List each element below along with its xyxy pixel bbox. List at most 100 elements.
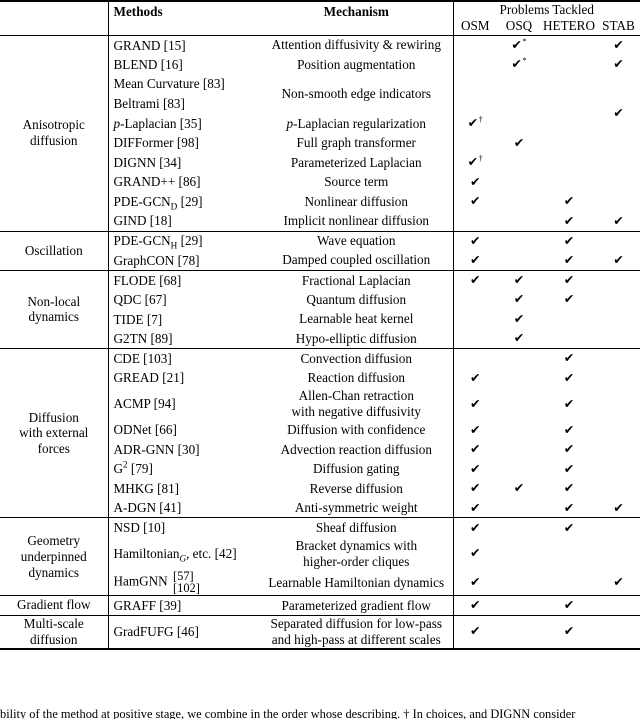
check-cell-hetero	[541, 309, 597, 329]
table-row: Gradient flow GRAFF [39] Parameterized gra…	[0, 595, 640, 616]
method-name: PDE-GCND [29]	[107, 191, 260, 212]
category-label: Non-local dynamics	[0, 269, 108, 349]
method-name: GRAND++ [86]	[107, 172, 260, 192]
check-cell-stab	[597, 440, 640, 460]
header-osm: OSM	[452, 18, 497, 36]
check-cell-hetero: ✔	[541, 517, 597, 538]
mechanism-description: Diffusion gating	[312, 461, 400, 477]
check-cell-osq	[497, 94, 541, 114]
check-cell-hetero: ✔	[541, 348, 597, 369]
check-cell-hetero: ✔	[563, 499, 575, 515]
check-cell-osq: ✔	[513, 134, 525, 150]
check-cell-osq	[497, 595, 541, 616]
mechanism-description: Position augmentation	[297, 56, 416, 72]
check-cell-osm	[452, 133, 497, 153]
check-cell-osq	[497, 114, 541, 134]
check-cell-osq: ✔*	[497, 34, 541, 55]
method-name: Beltrami [83]	[107, 93, 260, 114]
check-cell-osm: ✔†	[452, 113, 497, 134]
check-cell-stab	[597, 74, 640, 94]
check-cell-osq	[497, 348, 541, 369]
check-cell-hetero	[541, 55, 597, 75]
check-cell-hetero: ✔	[563, 421, 575, 437]
mechanism-description: Learnable Hamiltonian dynamics	[268, 574, 445, 590]
check-cell-stab	[597, 269, 640, 290]
header-group-row: Methods Mechanism Problems Tackled	[0, 1, 640, 36]
check-cell-osm: ✔	[452, 368, 497, 388]
check-cell-stab	[597, 192, 640, 212]
check-cell-stab: ✔	[613, 499, 624, 515]
method-name: ACMP [94]	[107, 387, 260, 420]
check-cell-stab	[597, 538, 640, 570]
check-cell-stab	[597, 420, 640, 440]
check-cell-osq: ✔	[497, 269, 541, 290]
table-container: Methods Mechanism Problems Tackled OSM O…	[0, 0, 640, 650]
check-cell-stab	[597, 595, 640, 616]
check-cell-osq	[497, 614, 541, 650]
check-cell-osq	[497, 368, 541, 388]
check-cell-hetero	[541, 74, 597, 94]
header-mechanism: Mechanism	[323, 4, 389, 19]
check-cell-hetero: ✔	[541, 614, 597, 650]
check-cell-osm: ✔	[452, 595, 497, 616]
check-cell-osm: ✔	[452, 250, 497, 271]
check-cell-osq	[497, 440, 541, 460]
mechanism-description: Allen-Chan retraction with negative diffu…	[291, 387, 421, 419]
check-cell-osq	[497, 420, 541, 440]
method-name: BLEND [16]	[107, 54, 260, 75]
check-cell-osq	[497, 211, 541, 231]
check-cell-hetero: ✔	[563, 395, 575, 411]
check-cell-osm	[452, 348, 497, 369]
check-cell-stab	[597, 368, 640, 388]
check-cell-stab	[597, 172, 640, 192]
mechanism-description: Full graph transformer	[296, 135, 416, 151]
header-category	[0, 1, 108, 35]
mechanism-description: Fractional Laplacian	[260, 269, 453, 290]
check-cell-stab	[597, 459, 640, 479]
method-name: HamGNN [57] [102]	[107, 570, 260, 596]
check-cell-hetero: ✔	[563, 460, 575, 476]
table-body: Anisotropic diffusion GRAND [15] Attention …	[0, 34, 640, 650]
method-name: PDE-GCNH [29]	[107, 230, 260, 251]
check-cell-osq	[497, 251, 541, 271]
mechanism-description: Wave equation	[260, 230, 453, 251]
mechanism-description: Learnable heat kernel	[299, 311, 414, 327]
check-cell-stab	[597, 290, 640, 310]
check-cell-osm	[452, 34, 497, 55]
check-cell-stab	[597, 133, 640, 153]
method-name: GREAD [21]	[107, 368, 260, 388]
check-cell-hetero: ✔	[563, 291, 575, 307]
check-cell-hetero	[541, 570, 597, 596]
method-name: CDE [103]	[107, 348, 260, 369]
method-name: MHKG [81]	[107, 478, 260, 499]
check-cell-stab	[597, 388, 640, 420]
check-cell-hetero: ✔	[563, 212, 575, 228]
check-cell-osq	[497, 172, 541, 192]
method-name: GRAND [15]	[107, 34, 260, 55]
check-cell-stab	[597, 329, 640, 349]
check-cell-hetero: ✔	[563, 441, 575, 457]
method-name: A-DGN [41]	[107, 498, 260, 518]
check-cell-stab: ✔	[613, 251, 624, 267]
methods-comparison-table: Methods Mechanism Problems Tackled OSM O…	[0, 0, 640, 650]
check-cell-osm: ✔	[452, 498, 497, 518]
check-cell-osm: ✔	[452, 517, 497, 538]
method-name: Mean Curvature [83]	[107, 74, 260, 94]
check-cell-osq: ✔*	[511, 55, 527, 72]
check-cell-osq	[497, 153, 541, 173]
check-cell-hetero: ✔	[541, 595, 597, 616]
check-cell-osm: ✔	[452, 420, 497, 440]
check-cell-osq	[497, 538, 541, 570]
check-cell-osm: ✔	[452, 230, 497, 251]
check-cell-osm: ✔	[452, 387, 497, 420]
check-cell-osm: ✔	[452, 459, 497, 479]
check-cell-hetero	[541, 94, 597, 114]
mechanism-description: Sheaf diffusion	[260, 517, 453, 538]
method-name: FLODE [68]	[107, 269, 260, 290]
check-cell-osm	[452, 289, 497, 310]
mechanism-description: Damped coupled oscillation	[282, 252, 431, 268]
check-cell-hetero	[541, 329, 597, 349]
check-cell-stab	[597, 309, 640, 329]
method-name: p-Laplacian [35]	[107, 113, 260, 134]
method-name: GRAFF [39]	[107, 595, 260, 616]
